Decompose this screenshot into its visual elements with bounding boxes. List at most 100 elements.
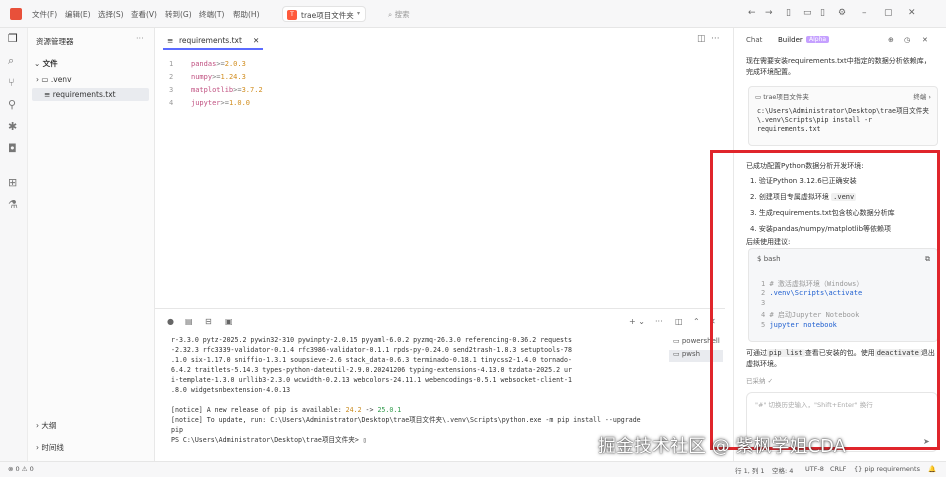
toggle-sidebar-icon[interactable]: ▯ [786,8,791,18]
terminal-line: .8.0 widgetsnbextension-4.0.13 [171,386,291,394]
history-icon[interactable]: ◷ [904,36,910,44]
notice-line: [notice] A new release of pip is availab… [171,405,641,415]
menu-edit[interactable]: 编辑(E) [65,9,91,20]
problems-indicator[interactable]: ⊗ 0 ⚠ 0 [8,465,34,473]
line-number: 1 [169,60,174,68]
remote-icon[interactable]: ◘ [8,142,17,155]
close-tab-icon[interactable]: ✕ [253,36,259,45]
operator: >= [233,86,242,94]
tab-requirements[interactable]: ≡ requirements.txt ✕ [163,32,263,50]
tree-item-requirements[interactable]: ≡ requirements.txt [32,88,149,101]
outline-section[interactable]: › 大纲 [36,420,56,431]
settings-icon[interactable]: ⚙ [838,8,846,18]
code-line[interactable]: numpy>=1.24.3 [191,73,246,81]
status-language[interactable]: {} pip requirements [854,465,920,473]
terminal-icon: ▭ [673,350,680,358]
timeline-section[interactable]: › 时间线 [36,442,64,453]
sidebar-title: 资源管理器 [36,37,74,46]
app-logo-icon [10,8,22,20]
tab-builder[interactable]: Builder [778,36,803,44]
split-editor-icon[interactable]: ◫ [697,34,706,44]
section-files[interactable]: ⌄ 文件 [34,58,58,69]
title-bar: 文件(F) 编辑(E) 选择(S) 查看(V) 转到(G) 终端(T) 帮助(H… [0,0,946,28]
session-label: pwsh [681,350,701,358]
new-chat-icon[interactable]: ⊕ [888,36,894,44]
pkg-name: matplotlib [191,86,234,94]
source-control-icon[interactable]: ⑂ [8,76,15,89]
code-line[interactable]: jupyter>=1.0.0 [191,99,250,107]
notice-old-version: 24.2 [345,406,362,414]
section-files-label: 文件 [42,59,58,68]
project-switcher[interactable]: T trae项目文件夹 ▾ [282,6,366,22]
notice-text: [notice] A new release of pip is availab… [171,406,346,414]
terminal-line: .1.0 six-1.17.0 sniffio-1.3.1 soupsieve-… [171,356,572,364]
activity-bar: ❐ ⌕ ⑂ ⚲ ✱ ◘ ⊞ ⚗ [0,28,28,461]
maximize-icon[interactable]: ▢ [884,8,893,18]
tab-chat[interactable]: Chat [746,36,762,44]
tree-item-venv[interactable]: › ▭ .venv [36,75,72,84]
file-icon: ≡ [167,36,174,45]
terminal-line: r-3.3.0 pytz-2025.2 pywin32-310 pywinpty… [171,336,572,344]
more-icon[interactable]: ··· [136,34,144,43]
pkg-name: jupyter [191,99,221,107]
close-chat-icon[interactable]: ✕ [922,36,928,44]
status-cursor[interactable]: 行 1, 列 1 [735,465,765,475]
status-encoding[interactable]: UTF-8 [805,465,824,473]
explorer-icon[interactable]: ❐ [8,32,18,45]
toggle-panel-icon[interactable]: ▭ [803,8,812,18]
terminal-output[interactable]: r-3.3.0 pytz-2025.2 pywin32-310 pywinpty… [171,335,641,445]
command-folder: ▭ trae项目文件夹 [755,91,809,101]
debug-console-icon[interactable]: ⊟ [205,317,212,326]
code-line[interactable]: matplotlib>=3.7.2 [191,86,263,94]
toggle-chat-icon[interactable]: ▯ [820,8,825,18]
notifications-icon[interactable]: 🔔 [928,465,936,473]
maximize-panel-icon[interactable]: ⌃ [693,317,700,326]
status-bar: ⊗ 0 ⚠ 0 行 1, 列 1 空格: 4 UTF-8 CRLF {} pip… [0,461,946,477]
close-icon[interactable]: ✕ [908,8,916,18]
timeline-label: 时间线 [41,443,64,452]
terminal-line: 6.4.2 traitlets-5.14.3 types-python-date… [171,366,572,374]
status-indent[interactable]: 空格: 4 [772,465,793,475]
explorer-sidebar: 资源管理器 ··· ⌄ 文件 › ▭ .venv ≡ requirements.… [28,28,155,461]
pkg-name: pandas [191,60,217,68]
forward-icon[interactable]: → [765,8,773,18]
search-icon[interactable]: ⌕ [8,54,14,68]
menu-goto[interactable]: 转到(G) [165,9,192,20]
line-number: 4 [169,99,174,107]
pkg-name: numpy [191,73,213,81]
run-in-terminal-button[interactable]: 终端 › [913,91,931,101]
output-icon[interactable]: ▤ [185,317,193,326]
version: 3.7.2 [241,86,263,94]
menu-file[interactable]: 文件(F) [32,9,57,20]
new-terminal-icon[interactable]: + ⌄ [629,317,645,326]
tab-label: requirements.txt [179,36,242,45]
split-terminal-icon[interactable]: ◫ [675,317,683,326]
minimize-icon[interactable]: – [862,8,867,18]
menu-select[interactable]: 选择(S) [98,9,124,20]
problems-icon[interactable]: ● [167,317,174,326]
highlight-box [710,150,940,450]
title-search[interactable]: ⌕ 搜索 [388,9,410,20]
more-actions-icon[interactable]: ··· [711,34,720,44]
status-eol[interactable]: CRLF [830,465,846,473]
notice-new-version: 25.0.1 [377,406,402,414]
chevron-down-icon: ▾ [357,10,361,17]
cursor-icon: ▯ [362,436,367,444]
extensions-debug-icon[interactable]: ✱ [8,120,17,133]
menu-help[interactable]: 帮助(H) [233,9,260,20]
menu-terminal[interactable]: 终端(T) [199,9,224,20]
prompt-line: PS C:\Users\Administrator\Desktop\trae项目… [171,435,641,445]
operator: >= [216,60,225,68]
code-line[interactable]: pandas>=2.0.3 [191,60,246,68]
extensions-icon[interactable]: ⊞ [8,176,17,189]
run-label: 终端 [913,93,927,101]
command-text[interactable]: c:\Users\Administrator\Desktop\trae项目文件夹… [757,107,933,134]
more-icon[interactable]: ··· [655,317,663,326]
back-icon[interactable]: ← [748,8,756,18]
version: 1.0.0 [228,99,251,107]
testing-icon[interactable]: ⚗ [8,198,18,211]
menu-view[interactable]: 查看(V) [131,9,157,20]
folder-label: trae项目文件夹 [763,93,809,101]
terminal-icon[interactable]: ▣ [225,317,233,326]
run-debug-icon[interactable]: ⚲ [8,98,16,111]
